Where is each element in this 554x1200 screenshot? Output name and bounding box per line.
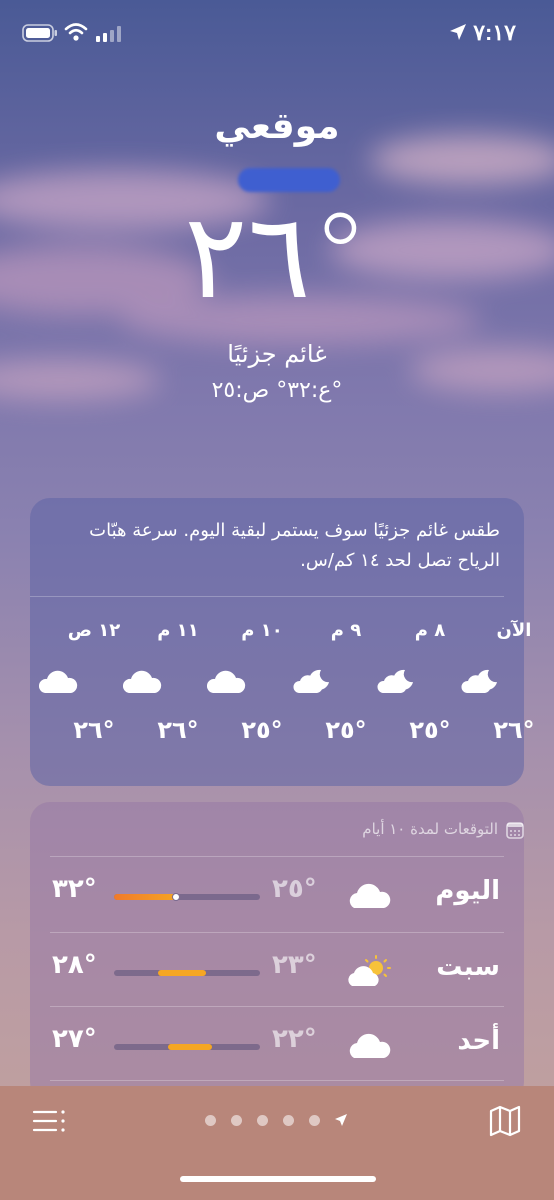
forecast-row[interactable]: سبت ٢٣° ٢٨° xyxy=(30,934,524,1008)
forecast-high: ٢٧° xyxy=(52,1024,97,1054)
ten-day-forecast-card[interactable]: التوقعات لمدة ١٠ أيام اليوم ٢٥° ٣٢° سبت … xyxy=(30,802,524,1102)
temperature-range-fill xyxy=(168,1044,212,1050)
home-indicator[interactable] xyxy=(180,1176,376,1182)
cloud-moon-icon xyxy=(461,669,497,693)
hour-label: ١١ م xyxy=(157,620,199,641)
cloud-icon xyxy=(207,670,246,693)
cloud-icon xyxy=(39,670,78,693)
hour-temp: ٢٥° xyxy=(325,716,367,744)
temperature-range-bar xyxy=(114,893,260,901)
temperature-range-fill xyxy=(114,894,180,900)
list-icon[interactable] xyxy=(32,1106,68,1136)
forecast-day: أحد xyxy=(457,1026,500,1056)
hour-temp: ٢٥° xyxy=(241,716,283,744)
forecast-low: ٢٥° xyxy=(272,874,317,904)
forecast-row[interactable]: أحد ٢٢° ٢٧° xyxy=(30,1008,524,1082)
wifi-icon xyxy=(64,23,88,41)
page-dot[interactable] xyxy=(257,1115,268,1126)
hour-temp: ٢٦° xyxy=(493,716,535,744)
temperature-range-fill xyxy=(158,970,206,976)
page-indicator[interactable] xyxy=(200,1112,360,1128)
forecast-day: اليوم xyxy=(435,876,500,906)
calendar-icon xyxy=(506,822,524,839)
forecast-low: ٢٣° xyxy=(272,950,317,980)
hourly-forecast-card[interactable]: طقس غائم جزئيًا سوف يستمر لبقية اليوم. س… xyxy=(30,498,535,786)
location-title: موقعي xyxy=(214,106,340,147)
location-arrow-icon[interactable] xyxy=(333,1112,349,1128)
status-bar: ٧:١٧ xyxy=(0,0,554,68)
forecast-high: ٣٢° xyxy=(52,874,97,904)
temperature-range-bar xyxy=(114,970,260,976)
battery-icon xyxy=(22,24,57,42)
page-dot[interactable] xyxy=(231,1115,242,1126)
page-dot[interactable] xyxy=(205,1115,216,1126)
row-divider xyxy=(50,1080,504,1081)
current-condition: غائم جزئيًا xyxy=(227,340,327,368)
cloud-icon xyxy=(123,670,162,693)
cloud-moon-icon xyxy=(293,669,329,693)
cloud-moon-icon xyxy=(377,669,413,693)
forecast-high: ٢٨° xyxy=(52,950,97,980)
hour-label: ١٢ ص xyxy=(67,620,121,641)
page-dot[interactable] xyxy=(283,1115,294,1126)
row-divider xyxy=(50,932,504,933)
hour-label: ١٠ م xyxy=(241,620,283,641)
weather-summary: طقس غائم جزئيًا سوف يستمر لبقية اليوم. س… xyxy=(89,520,500,571)
cloud-icon xyxy=(349,883,391,908)
hour-temp: ٢٥° xyxy=(409,716,451,744)
hour-temp: ٢٦° xyxy=(73,716,115,744)
forecast-low: ٢٢° xyxy=(272,1024,317,1054)
bottom-toolbar xyxy=(0,1086,554,1200)
hour-label: ٨ م xyxy=(414,620,446,641)
current-temperature: ٢٦° xyxy=(184,187,370,325)
cloud-icon xyxy=(349,1033,391,1058)
row-divider xyxy=(50,1006,504,1007)
page-dot[interactable] xyxy=(309,1115,320,1126)
high-low-temperature: ع:٣٢° ص:٢٥° xyxy=(211,378,343,403)
card-divider xyxy=(50,856,504,857)
current-temp-dot xyxy=(172,893,180,901)
map-icon[interactable] xyxy=(488,1104,522,1138)
forecast-title: التوقعات لمدة ١٠ أيام xyxy=(362,820,524,839)
forecast-title-label: التوقعات لمدة ١٠ أيام xyxy=(362,820,498,838)
temperature-range-bar xyxy=(114,1044,260,1050)
location-arrow-icon xyxy=(450,24,466,40)
signal-icon xyxy=(96,26,121,42)
hour-label: الآن xyxy=(496,620,532,641)
sun-cloud-icon xyxy=(348,955,391,986)
hourly-list[interactable]: الآن ٢٦° ٨ م ٢٥° ٩ م ٢٥° ١٠ م ٢٥° ١١ م ٢… xyxy=(30,616,535,776)
hour-temp: ٢٦° xyxy=(157,716,199,744)
card-divider xyxy=(30,596,504,597)
forecast-row[interactable]: اليوم ٢٥° ٣٢° xyxy=(30,858,524,932)
status-time: ٧:١٧ xyxy=(473,20,516,45)
hour-label: ٩ م xyxy=(330,620,362,641)
forecast-day: سبت xyxy=(436,952,500,982)
